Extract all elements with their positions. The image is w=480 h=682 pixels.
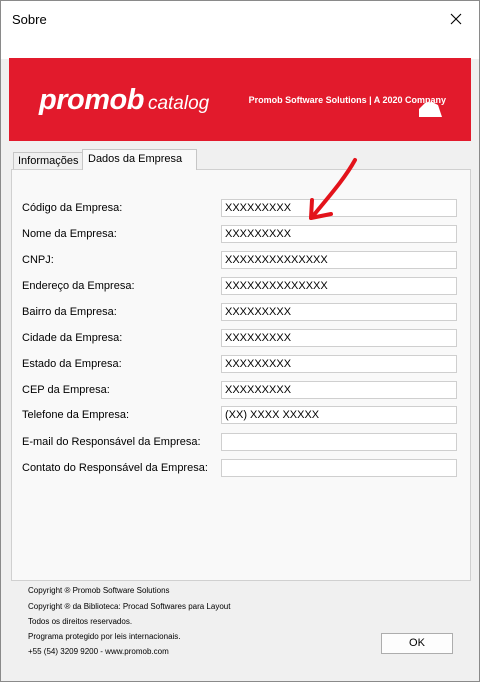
banner-top-strip <box>1 37 479 59</box>
red-arrow-icon <box>309 158 357 220</box>
promob-banner: promob catalog Promob Software Solutions … <box>9 58 471 141</box>
cidade-field[interactable]: XXXXXXXXX <box>221 329 457 347</box>
field-label-cep: CEP da Empresa: <box>22 384 110 396</box>
endereco-field[interactable]: XXXXXXXXXXXXXX <box>221 277 457 295</box>
contato-responsavel-field[interactable] <box>221 459 457 477</box>
email-responsavel-field[interactable] <box>221 433 457 451</box>
bairro-field[interactable]: XXXXXXXXX <box>221 303 457 321</box>
rights-text: Todos os direitos reservados. <box>28 617 133 626</box>
field-label-nome: Nome da Empresa: <box>22 228 117 240</box>
about-dialog: Sobre promob catalog Promob Software Solu… <box>0 0 480 682</box>
field-label-endereco: Endereço da Empresa: <box>22 280 135 292</box>
protection-text: Programa protegido por leis internaciona… <box>28 632 181 641</box>
close-icon <box>450 13 462 25</box>
cep-field[interactable]: XXXXXXXXX <box>221 381 457 399</box>
field-label-email-responsavel: E-mail do Responsável da Empresa: <box>22 436 201 448</box>
cnpj-field[interactable]: XXXXXXXXXXXXXX <box>221 251 457 269</box>
field-label-estado: Estado da Empresa: <box>22 358 122 370</box>
field-label-bairro: Bairro da Empresa: <box>22 306 117 318</box>
company-tagline: Promob Software Solutions | A 2020 Compa… <box>248 95 446 105</box>
close-button[interactable] <box>433 1 479 37</box>
title-bar: Sobre <box>1 1 479 37</box>
logo-product: catalog <box>147 93 210 114</box>
tab-informacoes[interactable]: Informações <box>13 152 87 170</box>
promob-logo: promob catalog <box>39 84 209 117</box>
field-label-telefone: Telefone da Empresa: <box>22 409 130 421</box>
telefone-field[interactable]: (XX) XXXX XXXXX <box>221 406 457 424</box>
window-title: Sobre <box>12 12 47 27</box>
nome-field[interactable]: XXXXXXXXX <box>221 225 457 243</box>
copyright-text: Copyright ® Promob Software Solutions <box>28 586 170 595</box>
logo-brand: promob <box>39 84 144 116</box>
tab-dados-da-empresa[interactable]: Dados da Empresa <box>82 149 197 170</box>
library-copyright-text: Copyright ® da Biblioteca: Procad Softwa… <box>28 602 231 611</box>
field-label-cidade: Cidade da Empresa: <box>22 332 123 344</box>
ok-button[interactable]: OK <box>381 633 453 654</box>
field-label-cnpj: CNPJ: <box>22 254 54 266</box>
estado-field[interactable]: XXXXXXXXX <box>221 355 457 373</box>
field-label-contato-responsavel: Contato do Responsável da Empresa: <box>22 462 208 474</box>
field-label-codigo: Código da Empresa: <box>22 202 123 214</box>
contact-text: +55 (54) 3209 9200 - www.promob.com <box>28 647 169 656</box>
